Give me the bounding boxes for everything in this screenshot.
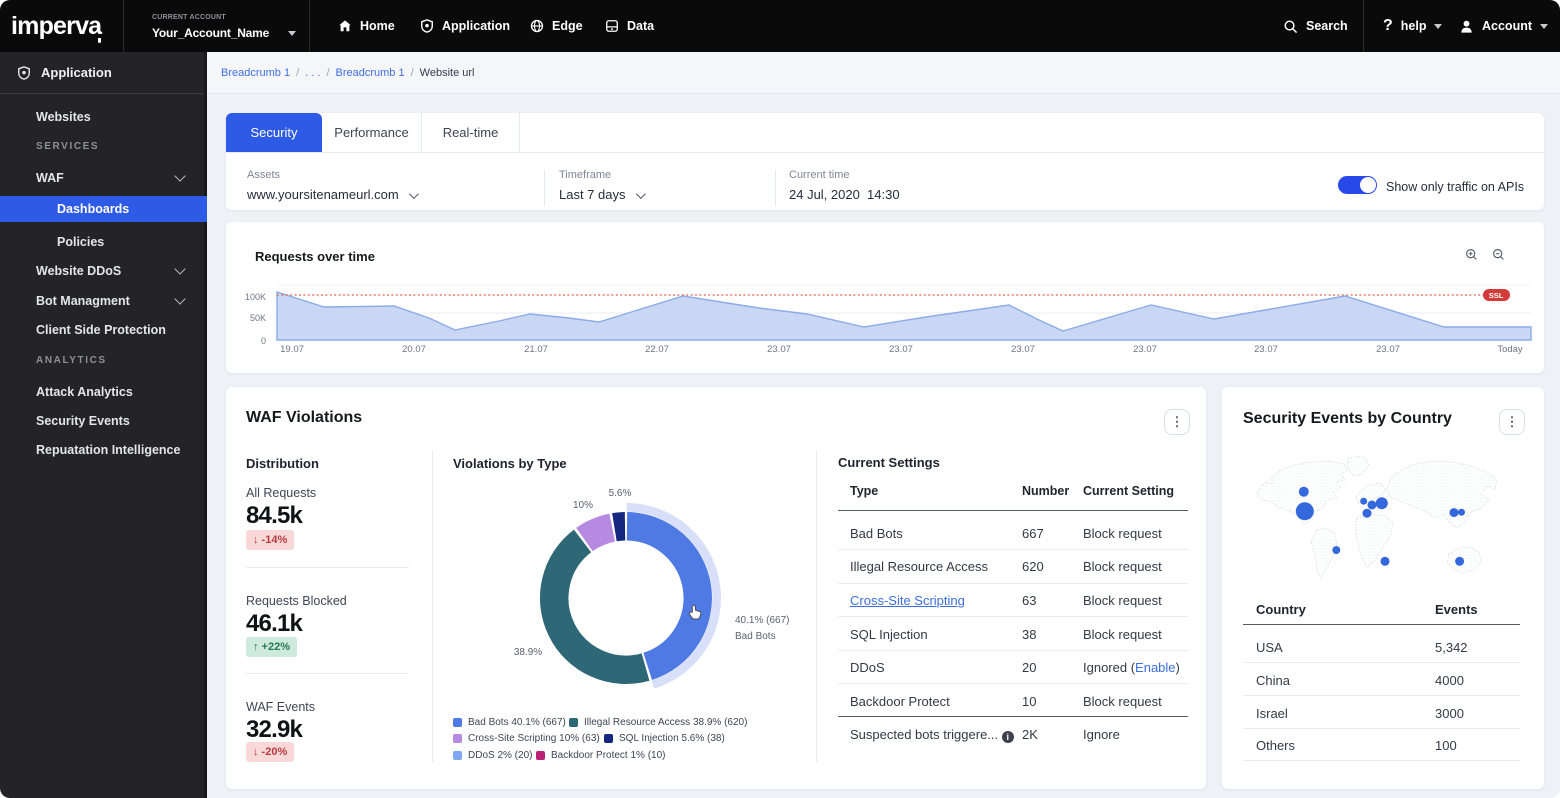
svg-text:100K: 100K bbox=[245, 292, 266, 302]
svg-text:19.07: 19.07 bbox=[280, 344, 304, 355]
svg-text:22.07: 22.07 bbox=[645, 344, 669, 355]
svg-text:21.07: 21.07 bbox=[524, 344, 548, 355]
svg-text:23.07: 23.07 bbox=[1376, 344, 1400, 355]
svg-text:23.07: 23.07 bbox=[1011, 344, 1035, 355]
svg-text:23.07: 23.07 bbox=[767, 344, 791, 355]
svg-text:50K: 50K bbox=[250, 313, 266, 323]
svg-text:20.07: 20.07 bbox=[402, 344, 426, 355]
svg-text:23.07: 23.07 bbox=[1133, 344, 1157, 355]
svg-text:Today: Today bbox=[1497, 344, 1523, 355]
svg-text:0: 0 bbox=[261, 336, 266, 346]
svg-text:SSL: SSL bbox=[1489, 291, 1504, 300]
svg-text:23.07: 23.07 bbox=[1254, 344, 1278, 355]
svg-text:23.07: 23.07 bbox=[889, 344, 913, 355]
